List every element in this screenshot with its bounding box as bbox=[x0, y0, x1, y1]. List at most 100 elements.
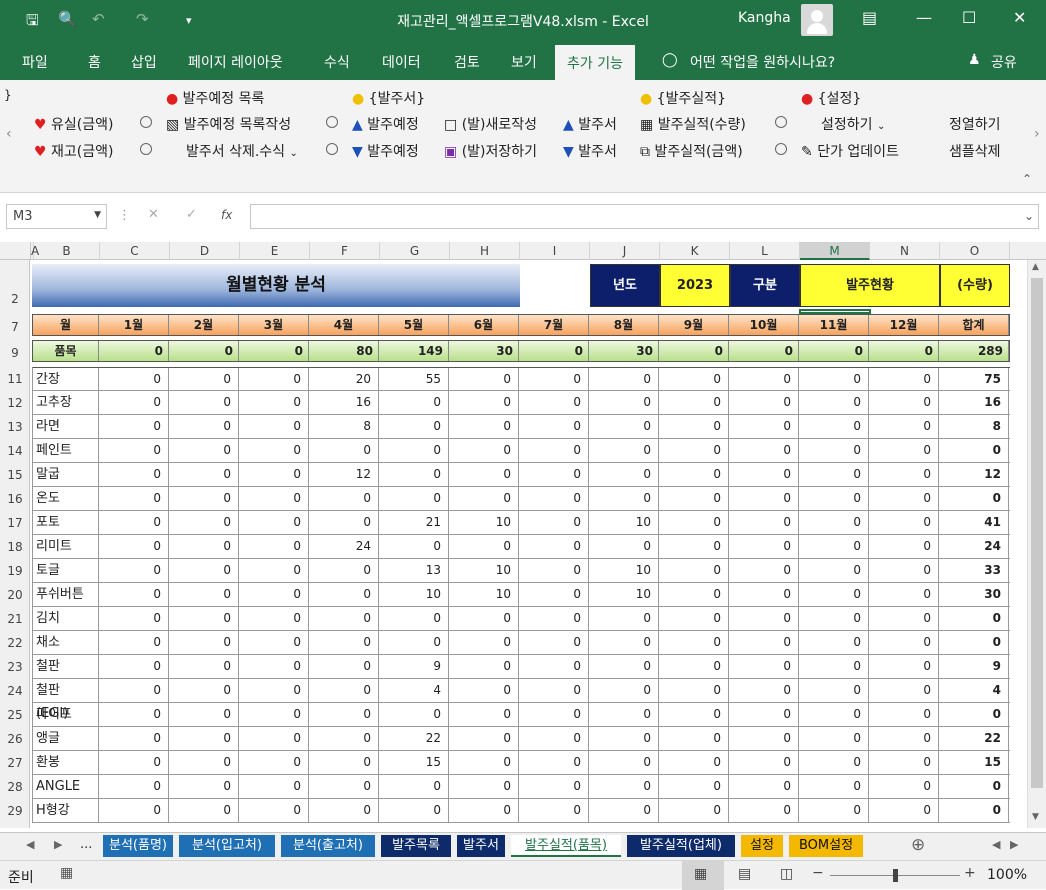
item-value-cell[interactable]: 10 bbox=[449, 511, 519, 535]
item-value-cell[interactable]: 16 bbox=[309, 391, 379, 415]
page-break-view-icon[interactable]: ◫ bbox=[780, 866, 793, 882]
tab-formulas[interactable]: 수식 bbox=[324, 52, 350, 72]
selected-cell[interactable] bbox=[799, 309, 871, 314]
item-value-cell[interactable]: 0 bbox=[519, 391, 589, 415]
item-value-cell[interactable]: 0 bbox=[659, 727, 729, 751]
settings-do-item[interactable]: 설정하기 ⌄ bbox=[821, 114, 885, 134]
item-value-cell[interactable]: 0 bbox=[379, 463, 449, 487]
order-save-item[interactable]: ▣ (발)저장하기 bbox=[444, 141, 537, 161]
radio-3[interactable] bbox=[326, 115, 338, 131]
item-value-cell[interactable]: 0 bbox=[869, 487, 939, 511]
result-group-item[interactable]: ● {발주실적} bbox=[640, 88, 726, 108]
item-value-cell[interactable]: 0 bbox=[169, 535, 239, 559]
item-value-cell[interactable]: 0 bbox=[589, 631, 659, 655]
item-value-cell[interactable]: 0 bbox=[799, 391, 869, 415]
item-value-cell[interactable]: 0 bbox=[239, 775, 309, 799]
tab-file[interactable]: 파일 bbox=[22, 52, 48, 72]
item-value-cell[interactable]: 0 bbox=[869, 751, 939, 775]
row-header[interactable]: 23 bbox=[0, 660, 30, 674]
item-name-cell[interactable]: 페인트 bbox=[33, 439, 99, 463]
item-value-cell[interactable]: 0 bbox=[449, 368, 519, 392]
item-name-cell[interactable]: 환봉 bbox=[33, 751, 99, 775]
item-value-cell[interactable]: 0 bbox=[449, 415, 519, 439]
price-update-item[interactable]: ✎ 단가 업데이트 bbox=[801, 141, 899, 161]
hscroll-left-icon[interactable]: ◀ bbox=[992, 838, 1000, 851]
item-value-cell[interactable]: 0 bbox=[659, 535, 729, 559]
item-value-cell[interactable]: 0 bbox=[589, 535, 659, 559]
item-value-cell[interactable]: 0 bbox=[309, 511, 379, 535]
item-value-cell[interactable]: 0 bbox=[449, 751, 519, 775]
column-header-d[interactable]: D bbox=[170, 242, 240, 260]
item-value-cell[interactable]: 0 bbox=[729, 583, 799, 607]
item-value-cell[interactable]: 20 bbox=[309, 368, 379, 392]
tab-home[interactable]: 홈 bbox=[88, 52, 101, 72]
item-value-cell[interactable]: 0 bbox=[99, 439, 169, 463]
item-value-cell[interactable]: 0 bbox=[519, 703, 589, 727]
item-total-cell[interactable]: 0 bbox=[939, 439, 1009, 463]
item-value-cell[interactable]: 0 bbox=[239, 751, 309, 775]
item-value-cell[interactable]: 0 bbox=[379, 607, 449, 631]
item-value-cell[interactable]: 0 bbox=[99, 559, 169, 583]
item-value-cell[interactable]: 0 bbox=[309, 727, 379, 751]
item-value-cell[interactable]: 0 bbox=[169, 391, 239, 415]
item-value-cell[interactable]: 0 bbox=[869, 535, 939, 559]
column-header-k[interactable]: K bbox=[660, 242, 730, 260]
row-header[interactable]: 20 bbox=[0, 588, 30, 602]
item-value-cell[interactable]: 0 bbox=[169, 559, 239, 583]
tab-data[interactable]: 데이터 bbox=[382, 52, 421, 72]
row-header[interactable]: 14 bbox=[0, 444, 30, 458]
radio-1[interactable] bbox=[140, 115, 152, 131]
column-header-j[interactable]: J bbox=[590, 242, 660, 260]
prev-sheet-icon[interactable]: ◀ bbox=[26, 838, 34, 851]
item-value-cell[interactable]: 0 bbox=[869, 799, 939, 823]
item-value-cell[interactable]: 0 bbox=[659, 607, 729, 631]
item-value-cell[interactable]: 0 bbox=[659, 655, 729, 679]
item-total-cell[interactable]: 0 bbox=[939, 487, 1009, 511]
row-header[interactable]: 25 bbox=[0, 708, 30, 722]
item-value-cell[interactable]: 0 bbox=[589, 655, 659, 679]
item-value-cell[interactable]: 0 bbox=[379, 703, 449, 727]
item-value-cell[interactable]: 0 bbox=[99, 535, 169, 559]
item-value-cell[interactable]: 0 bbox=[309, 655, 379, 679]
item-value-cell[interactable]: 0 bbox=[869, 559, 939, 583]
item-value-cell[interactable]: 0 bbox=[589, 368, 659, 392]
item-total-cell[interactable]: 4 bbox=[939, 679, 1009, 703]
item-value-cell[interactable]: 0 bbox=[309, 583, 379, 607]
item-value-cell[interactable]: 0 bbox=[869, 607, 939, 631]
item-name-cell[interactable]: 라면 bbox=[33, 415, 99, 439]
item-value-cell[interactable]: 0 bbox=[309, 799, 379, 823]
user-name[interactable]: Kangha bbox=[738, 10, 791, 26]
item-value-cell[interactable]: 0 bbox=[869, 703, 939, 727]
item-value-cell[interactable]: 10 bbox=[589, 583, 659, 607]
item-value-cell[interactable]: 0 bbox=[239, 535, 309, 559]
item-value-cell[interactable]: 0 bbox=[379, 415, 449, 439]
item-value-cell[interactable]: 0 bbox=[239, 607, 309, 631]
item-value-cell[interactable]: 0 bbox=[449, 679, 519, 703]
vertical-scrollbar[interactable]: ▲ ▼ bbox=[1027, 260, 1046, 828]
order-down-item[interactable]: ▼ 발주서 bbox=[563, 141, 617, 161]
item-total-cell[interactable]: 24 bbox=[939, 535, 1009, 559]
order-new-item[interactable]: □ (발)새로작성 bbox=[444, 114, 537, 134]
item-value-cell[interactable]: 0 bbox=[239, 799, 309, 823]
hscroll-right-icon[interactable]: ▶ bbox=[1010, 838, 1018, 851]
item-value-cell[interactable]: 0 bbox=[659, 391, 729, 415]
page-layout-view-icon[interactable]: ▤ bbox=[738, 866, 751, 882]
item-value-cell[interactable]: 0 bbox=[239, 559, 309, 583]
item-value-cell[interactable]: 0 bbox=[799, 535, 869, 559]
item-value-cell[interactable]: 0 bbox=[309, 631, 379, 655]
item-value-cell[interactable]: 0 bbox=[169, 368, 239, 392]
item-value-cell[interactable]: 0 bbox=[869, 391, 939, 415]
column-header-h[interactable]: H bbox=[450, 242, 520, 260]
item-value-cell[interactable]: 0 bbox=[659, 775, 729, 799]
year-value[interactable]: 2023 bbox=[660, 264, 730, 307]
item-value-cell[interactable]: 0 bbox=[379, 439, 449, 463]
item-total-cell[interactable]: 30 bbox=[939, 583, 1009, 607]
item-value-cell[interactable]: 0 bbox=[729, 463, 799, 487]
item-value-cell[interactable]: 0 bbox=[99, 415, 169, 439]
item-value-cell[interactable]: 0 bbox=[589, 703, 659, 727]
item-value-cell[interactable]: 0 bbox=[869, 439, 939, 463]
cancel-icon[interactable]: ✕ bbox=[148, 207, 159, 222]
item-value-cell[interactable]: 0 bbox=[729, 799, 799, 823]
item-value-cell[interactable]: 0 bbox=[729, 679, 799, 703]
item-value-cell[interactable]: 10 bbox=[379, 583, 449, 607]
